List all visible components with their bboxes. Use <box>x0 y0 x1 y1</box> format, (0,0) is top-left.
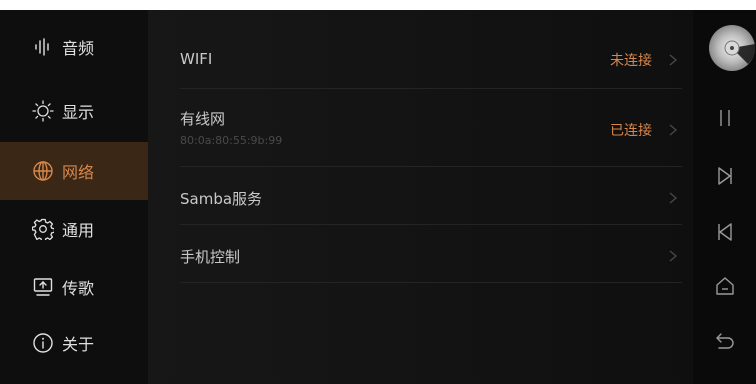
sidebar-item-transfer[interactable]: 传歌 <box>0 258 148 316</box>
wired-network-row[interactable]: 有线网 80:0a:80:55:9b:99 已连接 <box>180 88 682 167</box>
chevron-right-icon <box>669 250 678 262</box>
sidebar-item-label: 传歌 <box>62 279 95 298</box>
network-settings-panel: WIFI 未连接 有线网 80:0a:80:55:9b:99 已连接 Samba… <box>148 10 693 384</box>
previous-icon[interactable] <box>713 220 737 244</box>
pause-icon[interactable] <box>713 106 737 130</box>
sidebar-item-display[interactable]: 显示 <box>0 82 148 140</box>
phone-control-row[interactable]: 手机控制 <box>180 224 682 283</box>
disc-icon[interactable] <box>708 24 756 72</box>
wifi-title: WIFI <box>180 50 213 68</box>
info-icon <box>32 332 54 354</box>
phone-control-title: 手机控制 <box>180 248 241 266</box>
home-icon[interactable] <box>713 274 737 298</box>
sidebar-item-label: 显示 <box>62 103 95 122</box>
brightness-icon <box>32 100 54 122</box>
audio-wave-icon <box>32 36 54 58</box>
next-icon[interactable] <box>713 164 737 188</box>
wifi-status: 未连接 <box>610 53 652 69</box>
sidebar-item-network[interactable]: 网络 <box>0 142 148 200</box>
gear-icon <box>32 218 54 240</box>
sidebar-item-general[interactable]: 通用 <box>0 200 148 258</box>
samba-service-row[interactable]: Samba服务 <box>180 166 682 225</box>
back-icon[interactable] <box>713 328 737 352</box>
sidebar-item-audio[interactable]: 音频 <box>0 18 148 76</box>
sidebar-item-about[interactable]: 关于 <box>0 314 148 372</box>
sidebar-item-label: 网络 <box>62 163 95 182</box>
globe-icon <box>32 160 54 182</box>
sidebar-item-label: 音频 <box>62 39 95 58</box>
app-frame: 音频 显示 网络 通用 传歌 关于 WIFI 未连接 有线网 80:0a:80:… <box>0 10 756 384</box>
playback-control-bar <box>693 10 756 384</box>
chevron-right-icon <box>669 124 678 136</box>
chevron-right-icon <box>669 54 678 66</box>
wifi-row[interactable]: WIFI 未连接 <box>180 10 682 89</box>
upload-monitor-icon <box>32 276 54 298</box>
sidebar-item-label: 关于 <box>62 335 95 354</box>
wired-network-title: 有线网 <box>180 110 226 128</box>
wired-network-status: 已连接 <box>610 123 652 139</box>
mac-address: 80:0a:80:55:9b:99 <box>180 134 283 147</box>
chevron-right-icon <box>669 192 678 204</box>
sidebar: 音频 显示 网络 通用 传歌 关于 <box>0 10 148 384</box>
sidebar-item-label: 通用 <box>62 221 95 240</box>
samba-service-title: Samba服务 <box>180 190 263 208</box>
